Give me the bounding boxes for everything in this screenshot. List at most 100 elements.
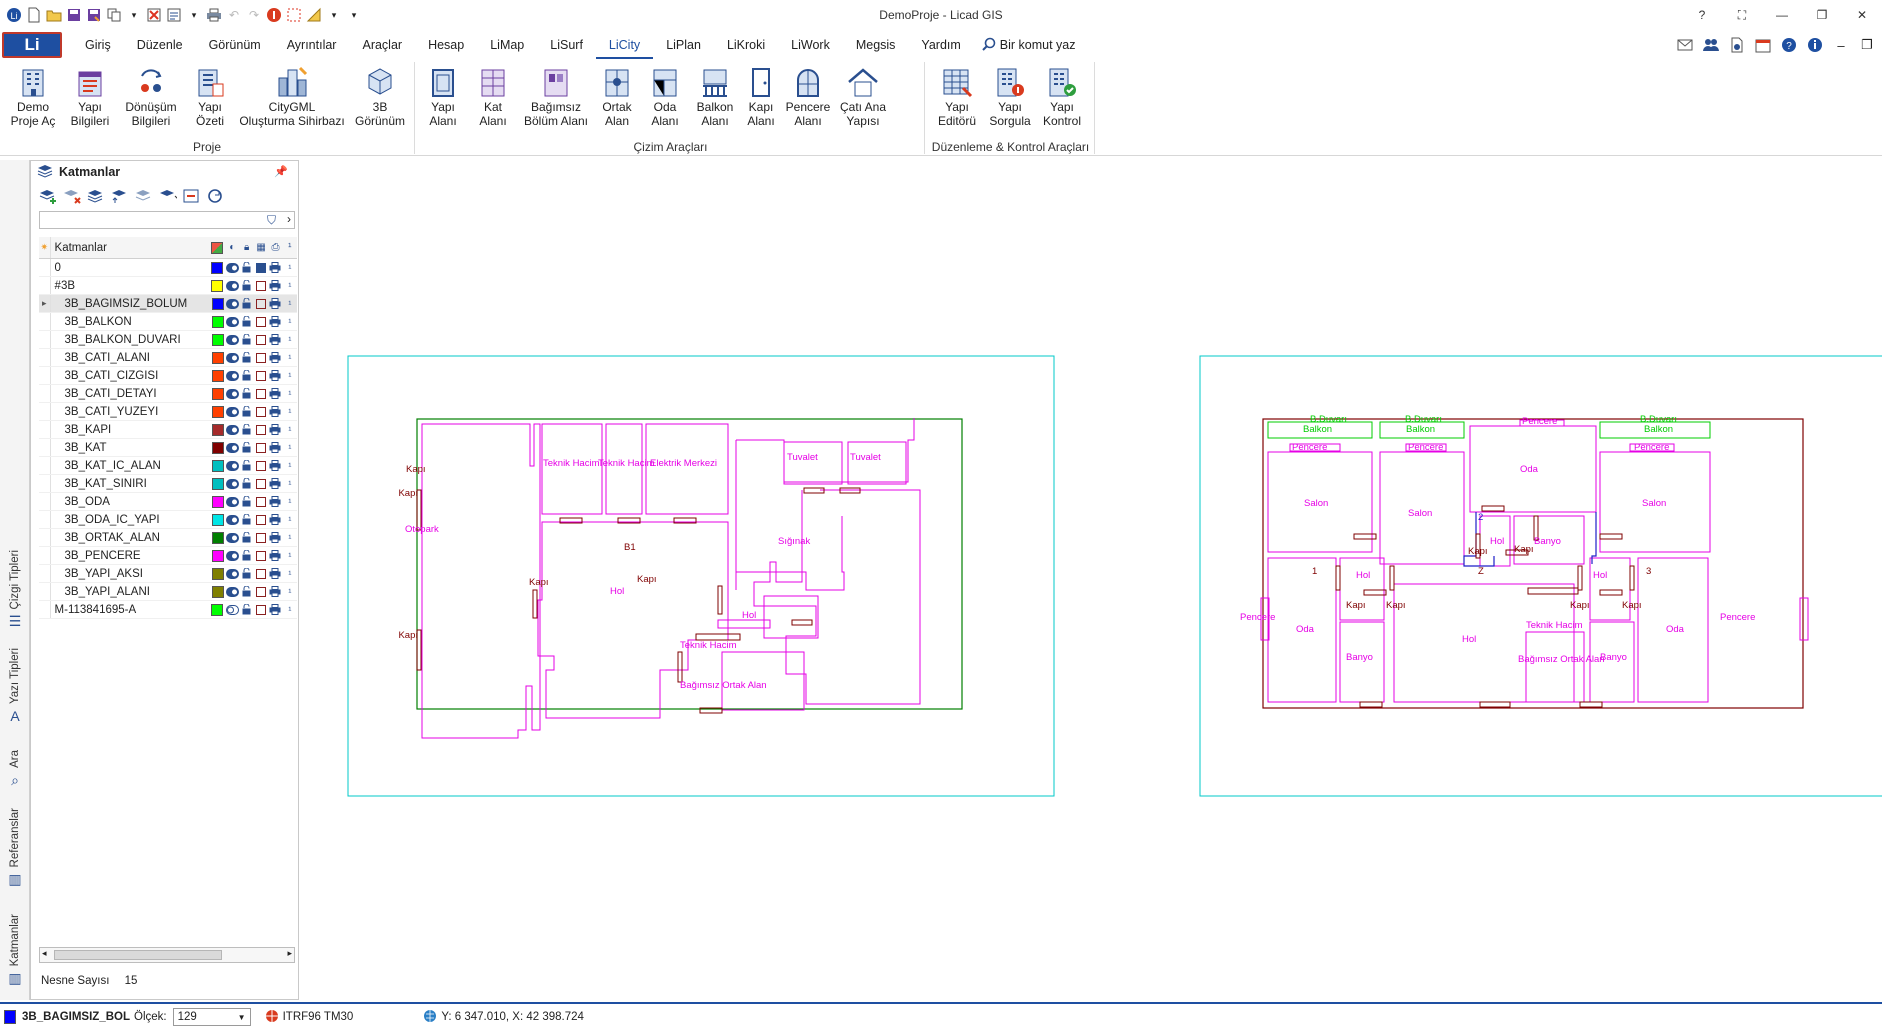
freeze-checkbox[interactable]: [254, 388, 268, 399]
freeze-checkbox[interactable]: [254, 370, 268, 381]
layer-row[interactable]: 3B_CATI_ALANI ¹: [39, 349, 297, 367]
freeze-column-icon[interactable]: ▦: [254, 242, 268, 253]
ortak-alan-button[interactable]: Ortak Alan: [595, 66, 639, 128]
freeze-checkbox[interactable]: [254, 514, 268, 525]
layer-row[interactable]: 3B_CATI_DETAYI ¹: [39, 385, 297, 403]
print-icon[interactable]: [268, 604, 282, 615]
layer-name[interactable]: M-113841695-A: [51, 604, 210, 616]
print-icon[interactable]: [268, 334, 282, 345]
layer-color-swatch[interactable]: [210, 297, 225, 310]
scale-select[interactable]: 129 ▼: [172, 1008, 251, 1026]
users-icon[interactable]: [1702, 36, 1720, 54]
extra-icon[interactable]: ¹: [283, 497, 297, 507]
layer-color-swatch[interactable]: [210, 549, 225, 562]
undo-icon[interactable]: ↶: [226, 7, 242, 23]
scroll-right-icon[interactable]: ▸: [287, 948, 292, 959]
tab-katmanlar[interactable]: Katmanlar ▥: [2, 914, 28, 987]
layer-color-swatch[interactable]: [210, 405, 225, 418]
donusum-bilgileri-button[interactable]: Dönüşüm Bilgileri: [120, 66, 182, 128]
tab-liplan[interactable]: LiPlan: [653, 31, 714, 59]
print-icon[interactable]: [268, 478, 282, 489]
visibility-on-icon[interactable]: [225, 460, 239, 471]
layer-row[interactable]: M-113841695-A ¹: [39, 601, 297, 619]
canvas-svg[interactable]: Kapı Kapı Kapı Otopark Teknik Hacim Tekn…: [300, 160, 1882, 1000]
visibility-on-icon[interactable]: [225, 586, 239, 597]
unlock-icon[interactable]: [240, 280, 254, 291]
layer-name[interactable]: 3B_CATI_CIZGISI: [51, 370, 210, 382]
extra-icon[interactable]: ¹: [283, 443, 297, 453]
visibility-on-icon[interactable]: [225, 478, 239, 489]
mail-icon[interactable]: [1676, 36, 1694, 54]
layer-color-swatch[interactable]: [210, 567, 225, 580]
measure-icon[interactable]: [306, 7, 322, 23]
extra-icon[interactable]: ¹: [283, 515, 297, 525]
unlock-icon[interactable]: [240, 370, 254, 381]
layer-color-swatch[interactable]: [210, 351, 225, 364]
command-search[interactable]: Bir komut yaz: [982, 37, 1076, 54]
visibility-on-icon[interactable]: [225, 352, 239, 363]
visibility-on-icon[interactable]: [225, 568, 239, 579]
fullscreen-icon[interactable]: ⛶: [1722, 0, 1762, 30]
tab-licity[interactable]: LiCity: [595, 31, 654, 59]
unlock-icon[interactable]: [240, 604, 254, 615]
tab-yazi-tipleri[interactable]: Yazı Tipleri A: [2, 648, 28, 724]
oda-alani-button[interactable]: Oda Alanı: [643, 66, 687, 128]
yapi-editoru-button[interactable]: Yapı Editörü: [933, 66, 981, 128]
unlock-icon[interactable]: [240, 550, 254, 561]
save-as-icon[interactable]: [86, 7, 102, 23]
layer-name[interactable]: 3B_KAT: [51, 442, 210, 454]
layer-color-swatch[interactable]: [210, 513, 225, 526]
freeze-checkbox[interactable]: [254, 262, 268, 273]
3b-gorunum-button[interactable]: 3B Görünüm: [352, 66, 408, 128]
layer-color-swatch[interactable]: [210, 603, 225, 616]
current-layer-indicator[interactable]: 3B_BAGIMSIZ_BOL: [0, 1010, 130, 1024]
freeze-checkbox[interactable]: [254, 352, 268, 363]
layer-row[interactable]: 3B_ODA_IC_YAPI ¹: [39, 511, 297, 529]
scroll-left-icon[interactable]: ◂: [42, 948, 47, 959]
layers-column-header[interactable]: Katmanlar: [51, 242, 210, 254]
visibility-on-icon[interactable]: [225, 550, 239, 561]
license-icon[interactable]: [1728, 36, 1746, 54]
extra-icon[interactable]: ¹: [283, 353, 297, 363]
print-icon[interactable]: [268, 514, 282, 525]
layer-name[interactable]: 0: [51, 262, 210, 274]
layer-color-swatch[interactable]: [210, 531, 225, 544]
visibility-on-icon[interactable]: [225, 316, 239, 327]
unlock-icon[interactable]: [240, 514, 254, 525]
cati-ana-yapisi-button[interactable]: Çatı Ana Yapısı: [835, 66, 891, 128]
extra-icon[interactable]: ¹: [283, 533, 297, 543]
layer-name[interactable]: 3B_PENCERE: [51, 550, 210, 562]
visibility-on-icon[interactable]: [225, 298, 239, 309]
layer-row[interactable]: #3B ¹: [39, 277, 297, 295]
layer-row[interactable]: 3B_BALKON ¹: [39, 313, 297, 331]
minimize-ribbon-icon[interactable]: –: [1832, 36, 1850, 54]
print-icon[interactable]: [268, 460, 282, 471]
tab-yardim[interactable]: Yardım: [908, 31, 973, 59]
tab-araclar[interactable]: Araçlar: [349, 31, 415, 59]
print-icon[interactable]: [268, 262, 282, 273]
chevron-down-icon[interactable]: ▾: [126, 7, 142, 23]
print-icon[interactable]: [268, 352, 282, 363]
kat-alani-button[interactable]: Kat Alanı: [471, 66, 515, 128]
layer-name[interactable]: 3B_BAGIMSIZ_BOLUM: [51, 298, 210, 310]
freeze-checkbox[interactable]: [254, 424, 268, 435]
app-logo-icon[interactable]: Li: [6, 7, 22, 23]
layer-row[interactable]: 0¹: [39, 259, 297, 277]
color-column-icon[interactable]: [210, 241, 225, 254]
tab-ayrintilar[interactable]: Ayrıntılar: [274, 31, 350, 59]
visibility-on-icon[interactable]: [225, 424, 239, 435]
merge-layer-icon[interactable]: [87, 188, 105, 204]
layer-name[interactable]: 3B_KAT_SINIRI: [51, 478, 210, 490]
freeze-checkbox[interactable]: [254, 550, 268, 561]
balkon-alani-button[interactable]: Balkon Alanı: [693, 66, 737, 128]
layer-name[interactable]: 3B_CATI_ALANI: [51, 352, 210, 364]
freeze-checkbox[interactable]: [254, 280, 268, 291]
freeze-checkbox[interactable]: [254, 532, 268, 543]
unlock-icon[interactable]: [240, 316, 254, 327]
freeze-checkbox[interactable]: [254, 496, 268, 507]
extra-column-icon[interactable]: ¹: [283, 242, 297, 253]
unlock-icon[interactable]: [240, 352, 254, 363]
close-button[interactable]: ✕: [1842, 0, 1882, 30]
scroll-thumb[interactable]: [54, 950, 222, 960]
layer-filter-input[interactable]: ⛉ ›: [39, 211, 295, 229]
